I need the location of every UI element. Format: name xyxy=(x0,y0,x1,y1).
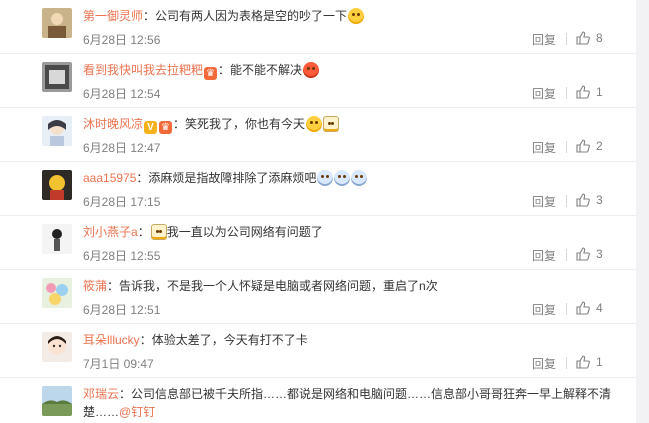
comment-item: 筱蒲：告诉我，不是我一个人怀疑是电脑或者网络问题，重启了n次 6月28日 12:… xyxy=(0,270,636,324)
comment-time: 6月28日 12:55 xyxy=(83,249,161,263)
username-link[interactable]: 耳朵lllucky xyxy=(83,333,140,347)
thumbs-up-icon[interactable] xyxy=(575,138,591,154)
avatar[interactable] xyxy=(42,332,72,362)
avatar[interactable] xyxy=(42,170,72,200)
smirk-emoji-icon xyxy=(306,116,323,132)
verified-v-icon: V xyxy=(144,121,158,134)
divider xyxy=(566,87,567,99)
divider xyxy=(566,195,567,207)
comment-time: 6月28日 12:54 xyxy=(83,87,161,101)
avatar[interactable] xyxy=(42,278,72,308)
comment-item: 第一御灵师：公司有两人因为表格是空的吵了一下 6月28日 12:56 回复 8 xyxy=(0,0,636,54)
divider xyxy=(566,357,567,369)
avatar[interactable] xyxy=(42,224,72,254)
reply-button[interactable]: 回复 xyxy=(532,355,556,372)
comment-item: 刘小燕子a： 我一直以为公司网络有问题了 6月28日 12:55 回复 3 xyxy=(0,216,636,270)
username-link[interactable]: 沐时晚风凉 xyxy=(83,117,143,131)
comment-item: aaa15975：添麻烦是指故障排除了添麻烦吧 6月28日 17:15 回复 3 xyxy=(0,162,636,216)
thumbs-up-icon[interactable] xyxy=(575,30,591,46)
doge-emoji-icon xyxy=(323,116,340,132)
reply-button[interactable]: 回复 xyxy=(532,247,556,264)
mention-link[interactable]: @钉钉 xyxy=(119,405,155,419)
divider xyxy=(566,303,567,315)
divider xyxy=(566,249,567,261)
comment-time: 6月28日 17:15 xyxy=(83,195,161,209)
comment-item: 看到我快叫我去拉粑粑 ♛ ：能不能不解决 6月28日 12:54 回复 1 xyxy=(0,54,636,108)
comment-text: ：公司信息部已被千夫所指……都说是网络和电脑问题……信息部小哥哥狂奔一早上解释不… xyxy=(83,387,612,419)
reply-button[interactable]: 回复 xyxy=(532,31,556,48)
comment-text: ：能不能不解决 xyxy=(218,63,303,77)
tears-emoji-icon xyxy=(317,170,334,186)
thumbs-up-icon[interactable] xyxy=(575,300,591,316)
reply-button[interactable]: 回复 xyxy=(532,193,556,210)
username-link[interactable]: 刘小燕子a xyxy=(83,225,138,239)
comment-text-continued: 我一直以为公司网络有问题了 xyxy=(166,225,323,239)
thumbs-up-icon[interactable] xyxy=(575,84,591,100)
comment-text: ：公司有两人因为表格是空的吵了一下 xyxy=(143,9,348,23)
username-link[interactable]: aaa15975 xyxy=(83,171,136,185)
vip-badge-icon: ♛ xyxy=(159,121,173,134)
reply-button[interactable]: 回复 xyxy=(532,139,556,156)
comment-item: 耳朵lllucky：体验太差了，今天有打不了卡 7月1日 09:47 回复 1 xyxy=(0,324,636,378)
comment-text: ： xyxy=(137,225,150,239)
like-count: 4 xyxy=(596,301,603,315)
like-count: 2 xyxy=(596,139,603,153)
reply-button[interactable]: 回复 xyxy=(532,85,556,102)
username-link[interactable]: 第一御灵师 xyxy=(83,9,143,23)
vip-badge-icon: ♛ xyxy=(204,67,218,80)
doge-emoji-icon xyxy=(150,224,167,240)
username-link[interactable]: 筱蒲 xyxy=(83,279,107,293)
like-count: 3 xyxy=(596,193,603,207)
thumbs-up-icon[interactable] xyxy=(575,354,591,370)
divider xyxy=(566,141,567,153)
like-count: 3 xyxy=(596,247,603,261)
comment-text: ：添麻烦是指故障排除了添麻烦吧 xyxy=(136,171,317,185)
comment-text: ：体验太差了，今天有打不了卡 xyxy=(139,333,308,347)
avatar[interactable] xyxy=(42,8,72,38)
like-count: 8 xyxy=(596,31,603,45)
avatar[interactable] xyxy=(42,62,72,92)
laugh-emoji-icon xyxy=(348,8,365,24)
comment-item: 沐时晚风凉 V ♛ ：笑死我了，你也有今天 6月28日 12:47 回复 2 xyxy=(0,108,636,162)
scrollbar-track[interactable] xyxy=(636,0,649,423)
avatar[interactable] xyxy=(42,116,72,146)
like-count: 1 xyxy=(596,85,603,99)
comment-time: 6月28日 12:56 xyxy=(83,33,161,47)
comment-time: 6月28日 12:47 xyxy=(83,141,161,155)
username-link[interactable]: 邓瑞云 xyxy=(83,387,119,401)
username-link[interactable]: 看到我快叫我去拉粑粑 xyxy=(83,63,203,77)
comment-time: 6月28日 12:51 xyxy=(83,303,161,317)
comment-text: ：告诉我，不是我一个人怀疑是电脑或者网络问题，重启了n次 xyxy=(107,279,438,293)
tears-emoji-icon xyxy=(351,170,368,186)
thumbs-up-icon[interactable] xyxy=(575,246,591,262)
divider xyxy=(566,33,567,45)
comment-time: 7月1日 09:47 xyxy=(83,357,154,371)
thumbs-up-icon[interactable] xyxy=(575,192,591,208)
comment-text: ：笑死我了，你也有今天 xyxy=(173,117,306,131)
tears-emoji-icon xyxy=(334,170,351,186)
like-count: 1 xyxy=(596,355,603,369)
comments-panel: 第一御灵师：公司有两人因为表格是空的吵了一下 6月28日 12:56 回复 8 … xyxy=(0,0,636,423)
angry-emoji-icon xyxy=(303,62,320,78)
reply-button[interactable]: 回复 xyxy=(532,301,556,318)
avatar[interactable] xyxy=(42,386,72,416)
comment-item: 邓瑞云：公司信息部已被千夫所指……都说是网络和电脑问题……信息部小哥哥狂奔一早上… xyxy=(0,378,636,423)
